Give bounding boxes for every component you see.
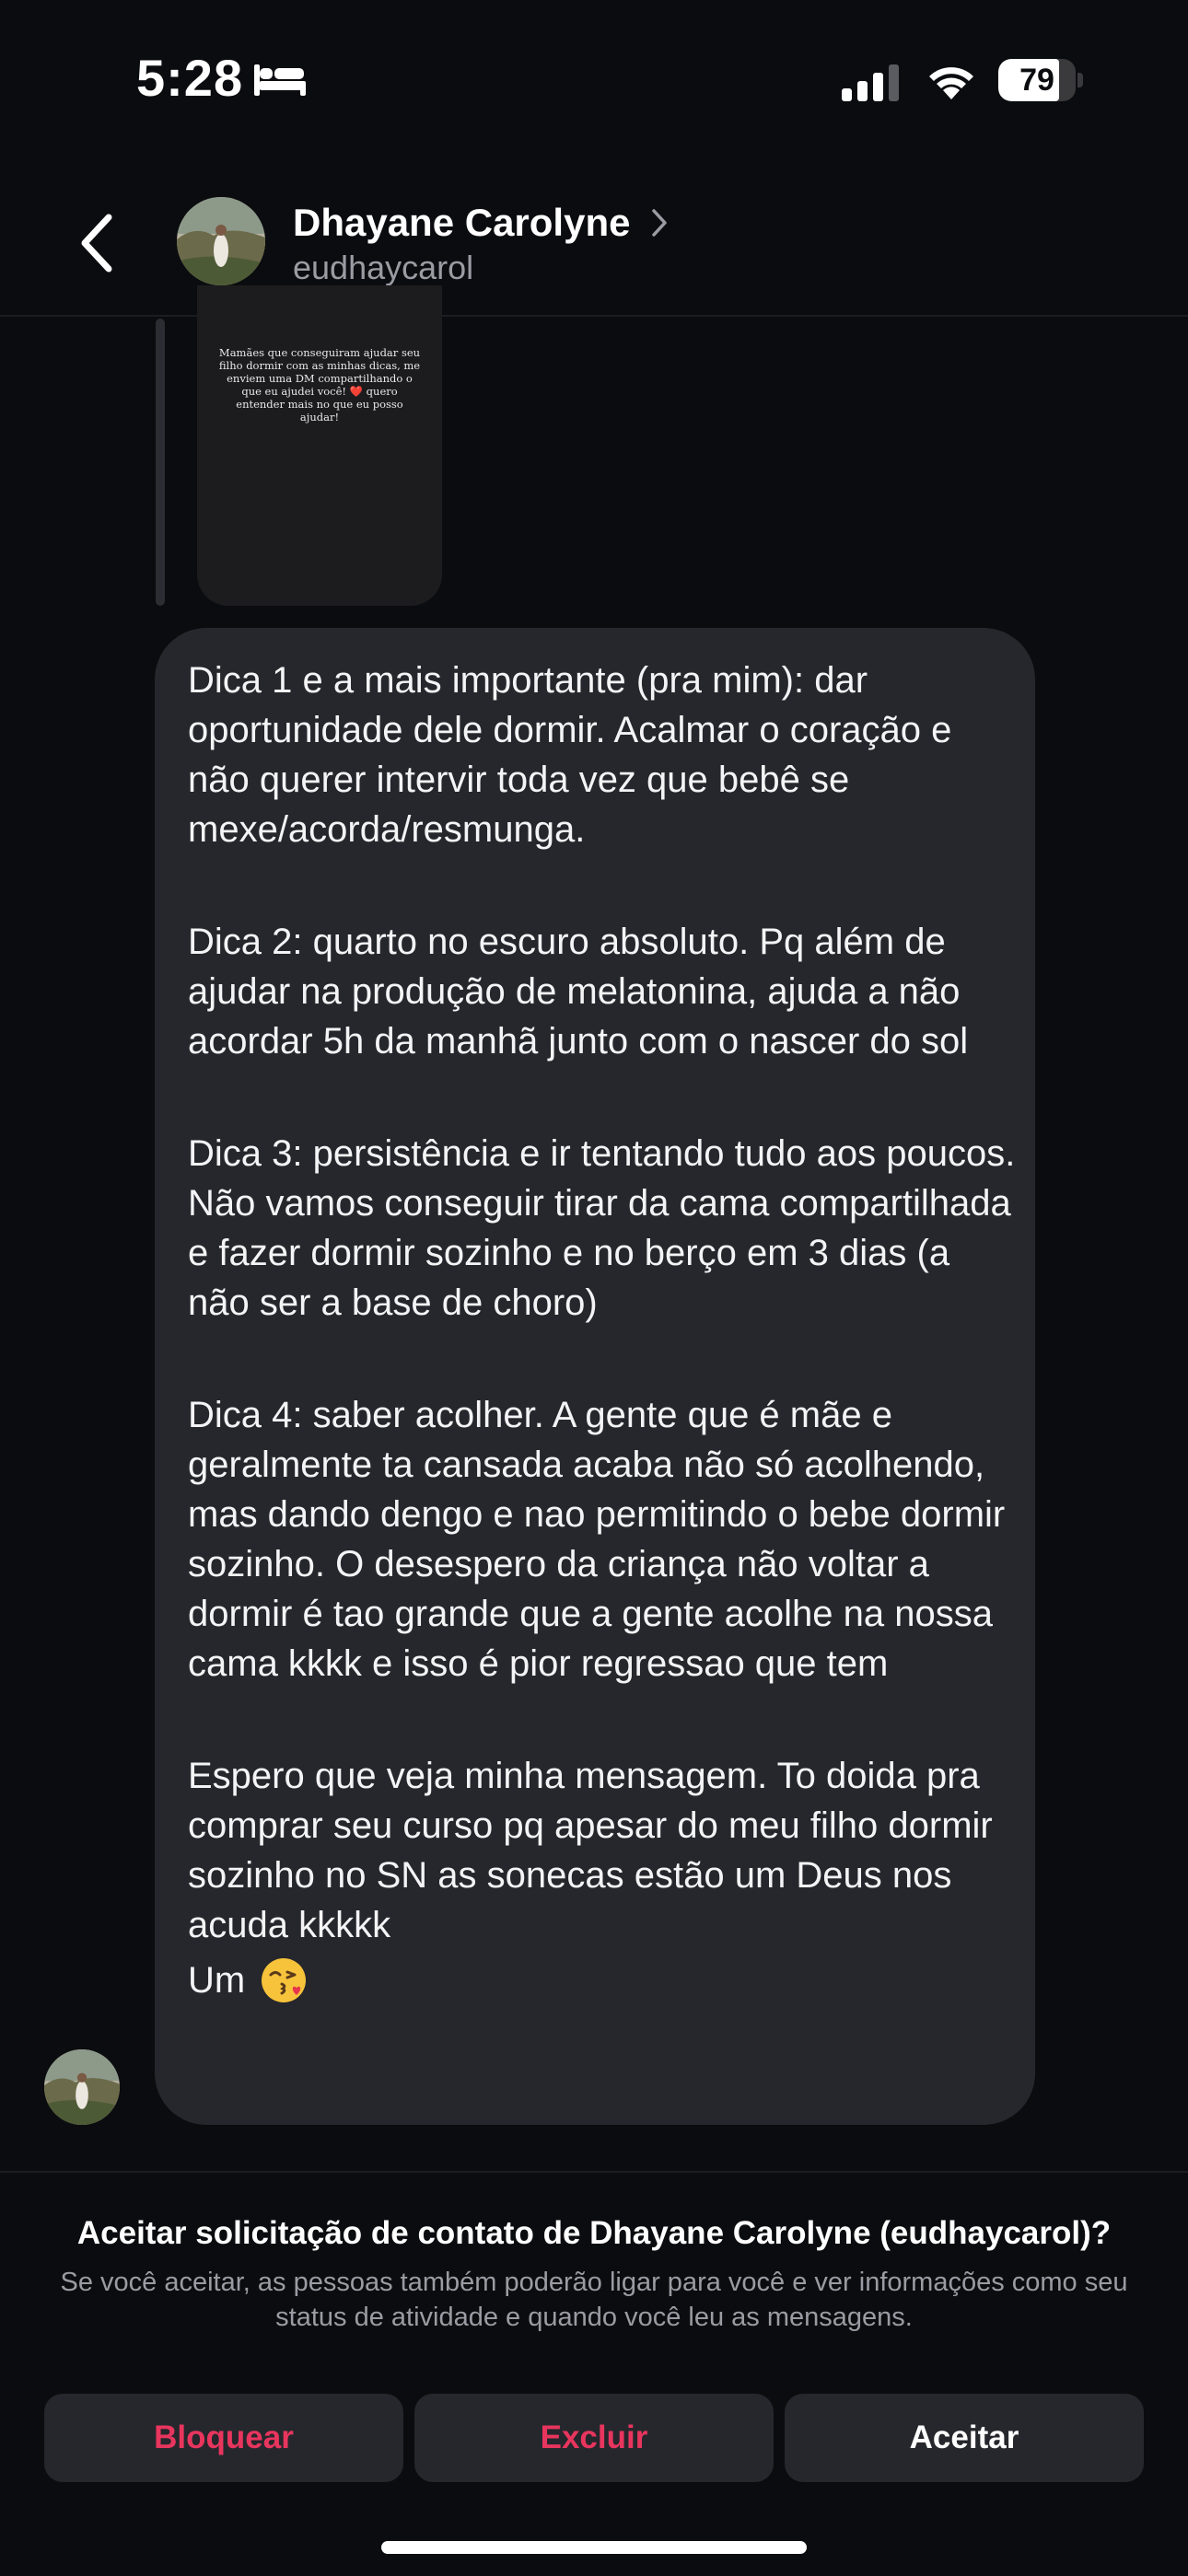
message-last-line: Um (188, 1950, 1017, 2011)
story-reply-line (156, 319, 165, 606)
message-last-line-text: Um (188, 1960, 246, 2001)
story-text: Mamães que conseguiram ajudar seu filho … (218, 346, 421, 424)
sender-avatar[interactable] (44, 2049, 120, 2125)
contact-name-row[interactable]: Dhayane Carolyne (293, 197, 669, 249)
chat-header: Dhayane Carolyne eudhaycarol (0, 175, 1188, 317)
avatar-photo (177, 197, 265, 285)
contact-name: Dhayane Carolyne (293, 201, 631, 244)
message-paragraph: Dica 1 e a mais importante (pra mim): da… (188, 660, 952, 850)
battery-icon: 79 (998, 59, 1083, 101)
message-paragraph: Espero que veja minha mensagem. To doida… (188, 1756, 993, 1945)
signal-icon (842, 64, 899, 101)
story-preview[interactable]: Mamães que conseguiram ajudar seu filho … (197, 285, 442, 606)
delete-button[interactable]: Excluir (414, 2394, 774, 2482)
request-title: Aceitar solicitação de contato de Dhayan… (76, 2215, 1112, 2251)
message-text: Dica 1 e a mais importante (pra mim): da… (188, 656, 1017, 2011)
avatar-photo (44, 2049, 120, 2125)
kiss-emoji-icon (262, 1958, 307, 2002)
message-paragraph: Dica 3: persistência e ir tentando tudo … (188, 1133, 1016, 1323)
contact-username: eudhaycarol (293, 249, 474, 286)
battery-level: 79 (1019, 63, 1054, 98)
status-bar: 5:28 79 (0, 0, 1188, 157)
home-indicator[interactable] (381, 2541, 807, 2554)
avatar[interactable] (177, 197, 265, 285)
message-paragraph: Dica 4: saber acolher. A gente que é mãe… (188, 1395, 1006, 1684)
status-time: 5:28 (136, 49, 244, 107)
message-paragraph: Dica 2: quarto no escuro absoluto. Pq al… (188, 922, 969, 1062)
accept-button[interactable]: Aceitar (785, 2394, 1144, 2482)
message-request-panel: Aceitar solicitação de contato de Dhayan… (0, 2171, 1188, 2576)
bed-icon (254, 64, 306, 96)
message-bubble[interactable]: Dica 1 e a mais importante (pra mim): da… (155, 628, 1035, 2125)
chevron-left-icon[interactable] (68, 208, 127, 278)
wifi-icon (929, 67, 973, 99)
chevron-right-icon (652, 209, 668, 237)
request-description: Se você aceitar, as pessoas também poder… (60, 2268, 1128, 2332)
block-button[interactable]: Bloquear (44, 2394, 403, 2482)
